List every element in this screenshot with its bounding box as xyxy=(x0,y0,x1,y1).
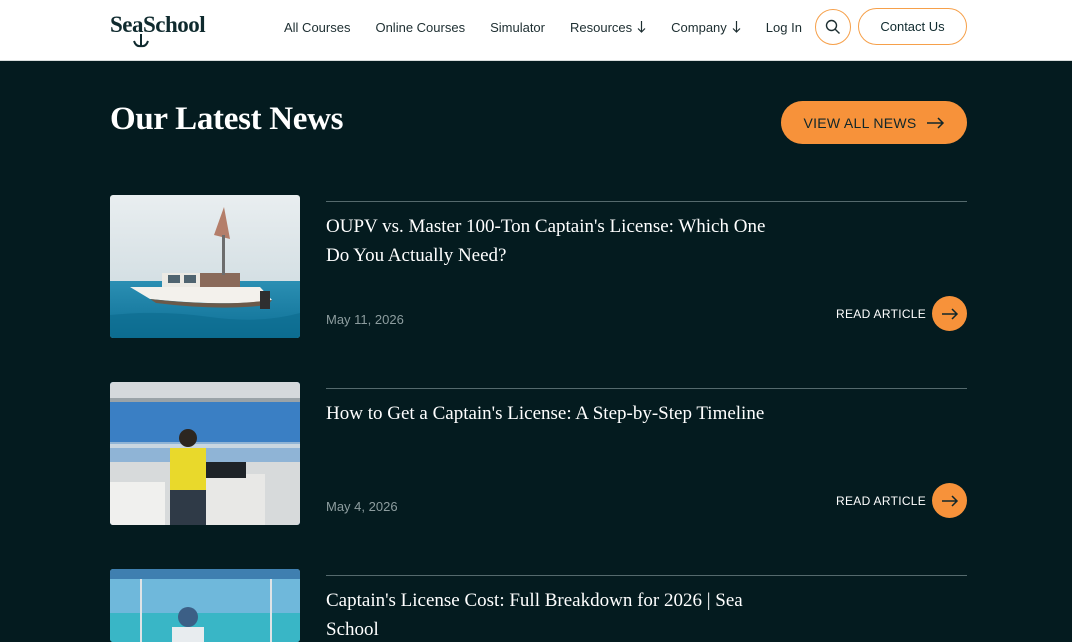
site-header: SeaSchool All Courses Online Courses Sim… xyxy=(0,0,1072,61)
arrow-right-icon xyxy=(926,116,944,129)
search-button[interactable] xyxy=(815,9,851,45)
arrow-right-icon xyxy=(941,307,958,320)
nav-label: Resources xyxy=(570,19,633,35)
read-article-button[interactable] xyxy=(932,296,967,331)
logo-text: SeaSchool xyxy=(110,12,206,37)
nav-label: Company xyxy=(671,19,727,35)
divider xyxy=(326,201,967,202)
view-all-news-button[interactable]: VIEW ALL NEWS xyxy=(781,101,967,144)
nav-company[interactable]: Company xyxy=(671,20,741,35)
view-all-label: VIEW ALL NEWS xyxy=(803,114,917,131)
nav-log-in[interactable]: Log In xyxy=(766,20,802,35)
logo[interactable]: SeaSchool xyxy=(110,12,206,48)
nav-resources[interactable]: Resources xyxy=(570,20,646,35)
article-card[interactable]: OUPV vs. Master 100-Ton Captain's Licens… xyxy=(110,195,967,339)
article-thumbnail[interactable] xyxy=(110,382,300,525)
nav-online-courses[interactable]: Online Courses xyxy=(375,20,465,35)
article-thumbnail[interactable] xyxy=(110,195,300,338)
nav-label: Log In xyxy=(765,19,802,35)
boat-image xyxy=(110,195,300,338)
page-title: Our Latest News xyxy=(110,101,344,137)
deck-image xyxy=(110,569,300,642)
read-article-label[interactable]: READ ARTICLE xyxy=(836,494,926,508)
article-title[interactable]: How to Get a Captain's License: A Step-b… xyxy=(326,399,766,428)
nav-label: All Courses xyxy=(284,19,351,35)
anchor-icon xyxy=(133,34,149,48)
article-title[interactable]: Captain's License Cost: Full Breakdown f… xyxy=(326,586,756,642)
article-title[interactable]: OUPV vs. Master 100-Ton Captain's Licens… xyxy=(326,212,766,270)
read-article-label[interactable]: READ ARTICLE xyxy=(836,307,926,321)
nav-simulator[interactable]: Simulator xyxy=(490,20,545,35)
nav-all-courses[interactable]: All Courses xyxy=(284,20,350,35)
article-date: May 4, 2026 xyxy=(326,499,398,514)
article-card[interactable]: How to Get a Captain's License: A Step-b… xyxy=(110,382,967,526)
arrow-down-icon xyxy=(732,21,741,33)
contact-us-button[interactable]: Contact Us xyxy=(858,8,967,45)
search-icon xyxy=(825,19,840,34)
main-nav: All Courses Online Courses Simulator Res… xyxy=(284,18,802,36)
article-thumbnail[interactable] xyxy=(110,569,300,642)
divider xyxy=(326,388,967,389)
article-card[interactable]: Captain's License Cost: Full Breakdown f… xyxy=(110,569,967,642)
helm-image xyxy=(110,382,300,525)
nav-label: Simulator xyxy=(490,19,545,35)
arrow-right-icon xyxy=(941,494,958,507)
arrow-down-icon xyxy=(637,21,646,33)
nav-label: Online Courses xyxy=(375,19,466,35)
contact-label: Contact Us xyxy=(880,19,945,34)
read-article-button[interactable] xyxy=(932,483,967,518)
divider xyxy=(326,575,967,576)
article-date: May 11, 2026 xyxy=(326,312,404,327)
